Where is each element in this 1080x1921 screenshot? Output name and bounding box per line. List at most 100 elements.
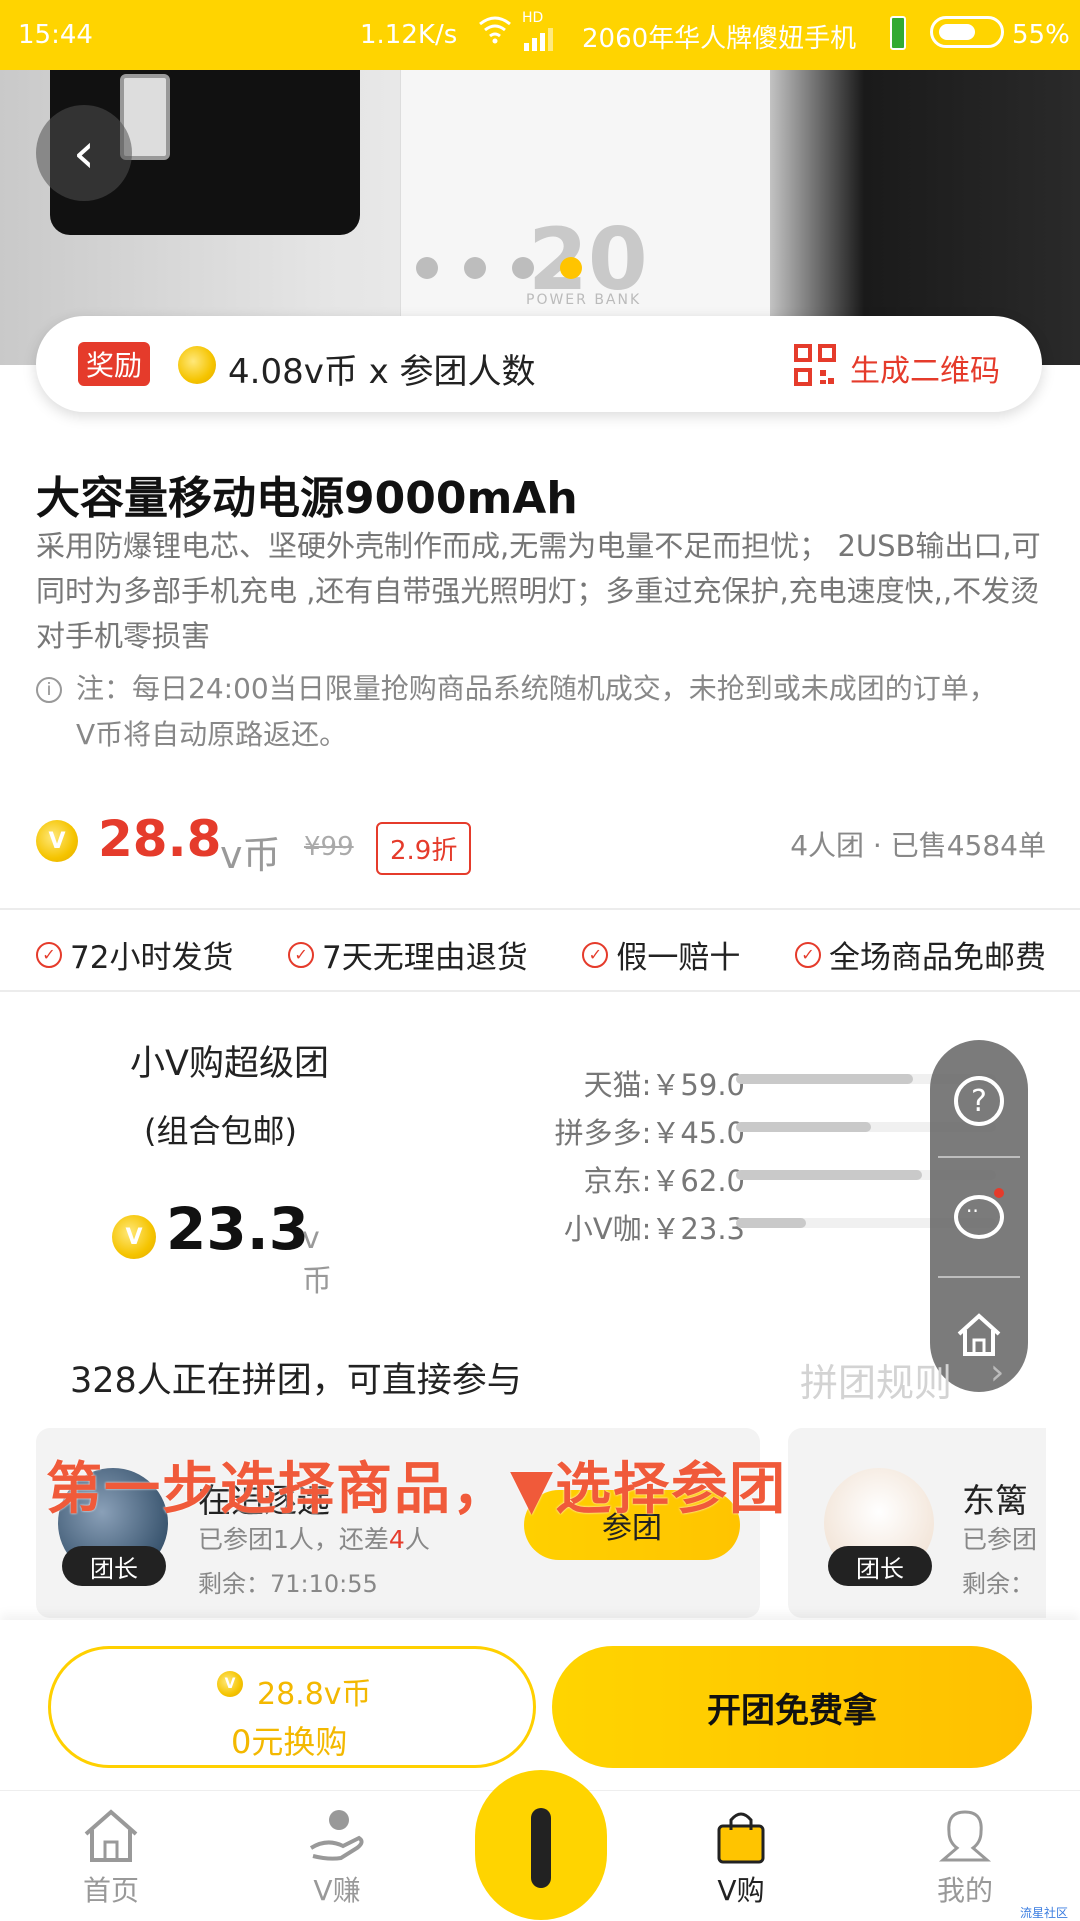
home-icon: [84, 1809, 138, 1862]
user-icon: [938, 1810, 992, 1862]
group-price-value: 23.3: [166, 1195, 310, 1263]
battery-percent: 55%: [1012, 20, 1070, 50]
hand-icon: [309, 1810, 364, 1861]
guarantee-item: ✓ 假一赔十: [582, 932, 740, 977]
divider: [0, 990, 1080, 992]
purchase-actions: V 28.8v币 0元换购 开团免费拿: [0, 1620, 1080, 1790]
purchase-note: i 注：每日24:00当日限量抢购商品系统随机成交，未抢到或未成团的订单， V币将…: [36, 666, 1046, 758]
guarantee-label: 7天无理由退货: [322, 940, 528, 976]
carousel-dot-active[interactable]: [560, 257, 582, 279]
chevron-left-icon: ‹: [72, 120, 96, 186]
tutorial-overlay-text: 第一步选择商品，▼选择参团: [46, 1457, 788, 1522]
powerbank-logo-sub: POWER BANK: [526, 292, 642, 308]
notification-dot: [994, 1188, 1004, 1198]
product-price: 28.8: [98, 810, 222, 868]
exchange-button[interactable]: V 28.8v币 0元换购: [48, 1646, 536, 1768]
compare-label: 天猫:￥59.0: [583, 1068, 745, 1102]
info-icon: i: [36, 677, 62, 703]
toggle-icon: [930, 16, 1004, 48]
compare-label: 京东:￥62.0: [583, 1164, 745, 1198]
signal-icon: [524, 28, 553, 51]
product-title: 大容量移动电源9000mAh: [36, 473, 578, 524]
guarantee-item: ✓ 7天无理由退货: [288, 932, 528, 977]
reward-tag: 奖励: [78, 342, 151, 386]
leader-badge: 团长: [828, 1546, 932, 1586]
qr-code-icon[interactable]: [794, 344, 836, 386]
price-comparison: 天猫:￥59.0 拼多多:￥45.0 京东:￥62.0 小V咖:￥23.3: [520, 1060, 996, 1252]
carousel-indicator: [416, 257, 582, 279]
center-action-button[interactable]: [475, 1770, 607, 1920]
group-price-unit: v币: [302, 1221, 332, 1299]
guarantee-label: 假一赔十: [616, 940, 741, 976]
watermark: 流星社区: [1020, 1906, 1069, 1920]
back-button[interactable]: ‹: [36, 105, 132, 201]
chat-icon: [954, 1195, 1004, 1239]
tab-shop[interactable]: V购: [676, 1803, 806, 1909]
missing-count: 4: [388, 1525, 405, 1554]
price-unit: v币: [220, 833, 281, 877]
group-card[interactable]: 团长 东篱 已参团 剩余：: [788, 1428, 1046, 1618]
compare-label: 小V咖:￥23.3: [563, 1212, 745, 1246]
note-line-2: V币将自动原路返还。: [76, 718, 348, 751]
question-icon: ?: [954, 1076, 1004, 1126]
carousel-dot[interactable]: [416, 257, 438, 279]
compare-bar-fill: [736, 1122, 871, 1132]
original-price: ¥99: [304, 832, 354, 862]
check-icon: ✓: [288, 941, 315, 968]
status-bar: 15:44 1.12K/s HD 2060年华人牌傻妞手机 55%: [0, 0, 1080, 70]
check-icon: ✓: [36, 941, 62, 968]
remaining-time: 剩余：71:10:55: [198, 1570, 378, 1598]
price-row: V 28.8 v币 ¥99 2.9折 4人团 · 已售4584单: [36, 810, 1046, 880]
tab-home[interactable]: 首页: [46, 1803, 176, 1909]
note-line-1: 注：每日24:00当日限量抢购商品系统随机成交，未抢到或未成团的订单，: [76, 672, 997, 705]
tab-label: 首页: [82, 1874, 139, 1907]
open-group-button[interactable]: 开团免费拿: [552, 1646, 1032, 1768]
status-time: 15:44: [18, 20, 93, 50]
exchange-label: 0元换购: [231, 1723, 348, 1761]
compare-row: 小V咖:￥23.3: [520, 1204, 996, 1252]
help-button[interactable]: ?: [954, 1076, 1004, 1126]
leader-name: 东篱: [962, 1481, 1028, 1520]
check-icon: ✓: [794, 941, 821, 968]
floating-toolbar: ?: [930, 1040, 1028, 1392]
guarantee-item: ✓ 72小时发货: [36, 932, 233, 977]
chat-button[interactable]: [954, 1192, 1004, 1242]
divider: [938, 1156, 1020, 1158]
leader-badge: 团长: [62, 1546, 166, 1586]
compare-row: 京东:￥62.0: [520, 1156, 996, 1204]
discount-badge: 2.9折: [376, 822, 472, 875]
carousel-dot[interactable]: [464, 257, 486, 279]
group-rules-link[interactable]: 拼团规则: [800, 1352, 952, 1407]
hd-label: HD: [522, 10, 544, 26]
carousel-dot[interactable]: [512, 257, 534, 279]
remaining-time: 剩余：: [962, 1570, 1034, 1598]
generate-qr-link[interactable]: 生成二维码: [850, 346, 1000, 390]
carrier-name: 2060年华人牌傻妞手机: [582, 24, 857, 54]
sold-info: 4人团 · 已售4584单: [790, 829, 1046, 862]
guarantee-label: 72小时发货: [70, 940, 234, 976]
vcoin-icon: V: [36, 820, 78, 862]
divider: [0, 908, 1080, 910]
compare-bar-fill: [736, 1170, 922, 1180]
tab-mine[interactable]: 我的: [900, 1803, 1030, 1909]
participating-count: 328人正在拼团，可直接参与: [70, 1361, 522, 1401]
compare-label: 拼多多:￥45.0: [554, 1116, 745, 1150]
compare-row: 天猫:￥59.0: [520, 1060, 996, 1108]
tab-earn[interactable]: V赚: [272, 1803, 402, 1909]
bag-icon: [717, 1812, 765, 1864]
status-text: 已参团1人，还差: [198, 1525, 389, 1554]
network-speed: 1.12K/s: [360, 20, 458, 50]
vcoin-icon: V: [112, 1215, 156, 1259]
chevron-right-icon[interactable]: ›: [990, 1352, 1004, 1393]
guarantee-list: ✓ 72小时发货 ✓ 7天无理由退货 ✓ 假一赔十 ✓ 全场商品免邮费: [36, 932, 1046, 977]
reward-bar: 奖励 4.08v币 x 参团人数 生成二维码: [36, 316, 1042, 412]
status-unit: 人: [404, 1525, 430, 1554]
compare-bar-fill: [736, 1218, 806, 1228]
guarantee-label: 全场商品免邮费: [828, 940, 1046, 976]
product-description: 采用防爆锂电芯、坚硬外壳制作而成,无需为电量不足而担忧； 2USB输出口,可同时…: [36, 529, 1041, 653]
reward-formula: 4.08v币 x 参团人数: [228, 352, 536, 392]
phone-icon: [890, 16, 906, 50]
coin-icon: V: [217, 1671, 243, 1697]
group-shipping: (组合包邮): [144, 1112, 297, 1150]
exchange-price: 28.8v币: [257, 1677, 372, 1712]
